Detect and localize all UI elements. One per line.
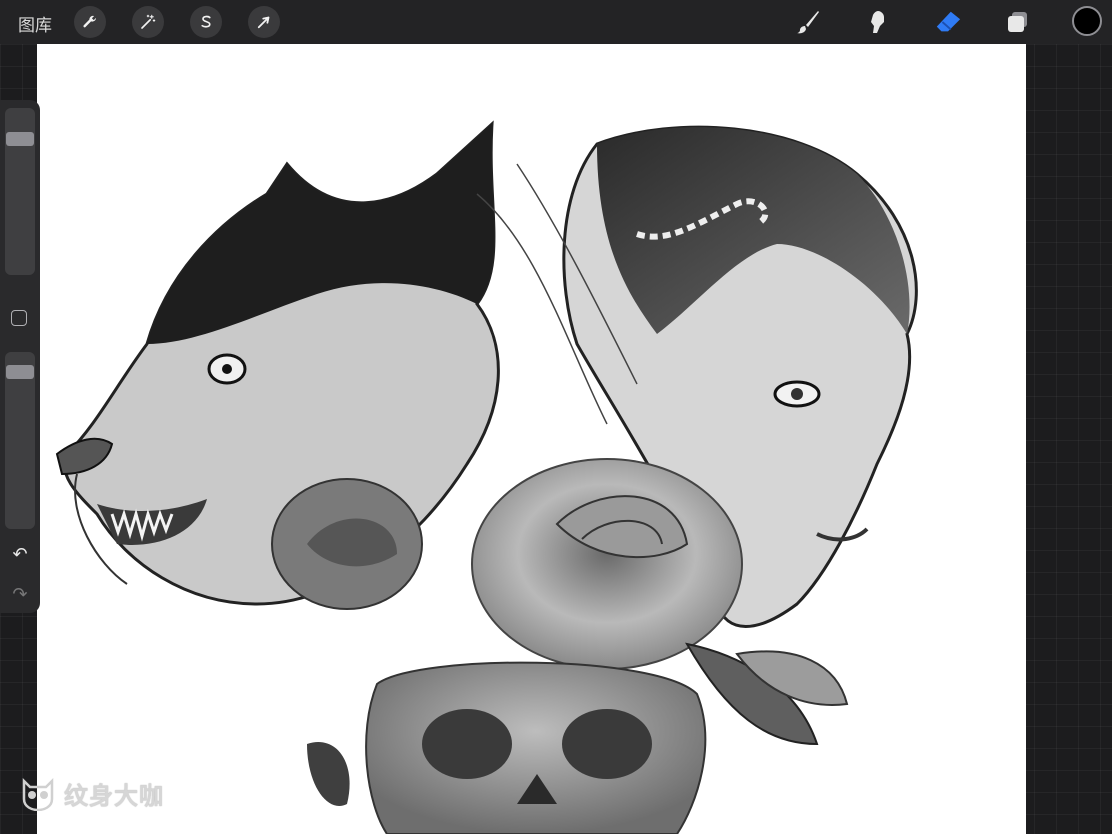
undo-icon: ↶: [12, 544, 28, 565]
brush-size-slider[interactable]: [5, 108, 35, 275]
selection-s-icon: [201, 15, 211, 28]
transform-arrow-icon: [257, 16, 270, 29]
layers-icon: [1008, 12, 1027, 32]
artwork-illustration: [55, 120, 918, 834]
redo-icon: ↷: [12, 584, 28, 605]
brush-icon: [797, 11, 819, 34]
redo-button[interactable]: ↷: [10, 585, 30, 605]
selection-button[interactable]: [190, 6, 222, 38]
wrench-icon: [83, 15, 96, 28]
transform-button[interactable]: [248, 6, 280, 38]
smudge-tool-button[interactable]: [864, 8, 892, 36]
watermark-text: 纹身大咖: [64, 782, 164, 810]
gallery-button[interactable]: 图库: [18, 11, 52, 36]
actions-button[interactable]: [74, 6, 106, 38]
undo-button[interactable]: ↶: [10, 545, 30, 565]
modify-button[interactable]: [11, 310, 27, 326]
magic-wand-icon: [141, 14, 156, 29]
adjustments-button[interactable]: [132, 6, 164, 38]
eraser-icon: [936, 11, 961, 32]
top-toolbar: 图库: [0, 0, 1112, 44]
smudge-icon: [871, 11, 884, 33]
brush-size-thumb[interactable]: [6, 132, 34, 147]
layers-button[interactable]: [1004, 8, 1032, 36]
eraser-tool-button[interactable]: [934, 8, 962, 36]
brush-tool-button[interactable]: [794, 8, 822, 36]
owl-logo-icon: [22, 777, 54, 811]
drawing-canvas[interactable]: [37, 44, 1026, 834]
opacity-thumb[interactable]: [6, 365, 34, 380]
watermark: 纹身大咖: [20, 776, 164, 811]
left-sidebar: ↶ ↷: [0, 100, 40, 613]
opacity-slider[interactable]: [5, 352, 35, 529]
skull-drawing: [307, 661, 707, 834]
color-picker-button[interactable]: [1072, 6, 1102, 36]
